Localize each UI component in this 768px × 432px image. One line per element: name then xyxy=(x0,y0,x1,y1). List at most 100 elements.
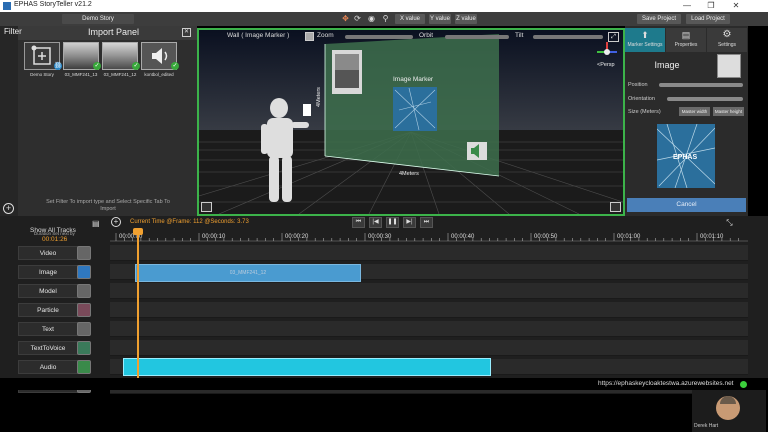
track-lane[interactable] xyxy=(110,245,748,261)
tab-settings[interactable]: ⚙ Settings xyxy=(707,28,747,52)
maximize-button[interactable]: ❐ xyxy=(700,0,722,12)
track-type-icon[interactable] xyxy=(77,265,91,279)
zoom-slider[interactable] xyxy=(345,35,413,39)
time-ruler[interactable]: 00:00:00 00:00:10 00:00:20 00:00:30 00:00:40… xyxy=(110,232,748,242)
asset-item[interactable]: ✓ 03_MMF241_13 xyxy=(63,42,101,86)
track-label[interactable]: Image xyxy=(18,265,78,279)
tilt-label: Tilt xyxy=(515,32,524,39)
track-type-icon[interactable] xyxy=(77,322,91,336)
participant-name: Derek Hart xyxy=(694,423,719,429)
app-window: EPHAS StoryTeller v21.2 — ❐ ✕ Demo Story… xyxy=(0,0,768,432)
panel-toggle-right-icon[interactable] xyxy=(610,202,621,212)
track-type-icon[interactable] xyxy=(77,284,91,298)
scene-viewport[interactable]: Wall ( Image Marker ) Zoom Orbit Tilt Im… xyxy=(197,28,625,216)
orbit-label: Orbit xyxy=(419,32,434,39)
persp-label: <Persp xyxy=(597,62,615,68)
panel-toggle-icon[interactable] xyxy=(201,202,212,212)
track-label[interactable]: TextToVoice xyxy=(18,341,78,355)
position-slider[interactable] xyxy=(659,83,743,87)
y-value-field[interactable]: Y value xyxy=(429,14,451,24)
tab-label: Marker Settings xyxy=(627,42,663,48)
fullscreen-icon[interactable]: ⤢ xyxy=(608,32,619,42)
story-name[interactable]: Demo Story xyxy=(62,14,134,24)
track-lane[interactable] xyxy=(110,283,748,299)
ruler-tick-label: 00:00:40 xyxy=(451,234,475,240)
asset-label: Demo Story xyxy=(30,72,54,77)
import-panel-title: Import Panel xyxy=(88,27,140,37)
tab-properties[interactable]: ▤ Properties xyxy=(666,28,706,52)
rotate-tool-icon[interactable]: ⟳ xyxy=(353,14,362,23)
track-label[interactable]: Particle xyxy=(18,303,78,317)
collapse-icon[interactable]: ✕ xyxy=(182,28,191,37)
asset-label: 03_MMF241_12 xyxy=(103,72,137,77)
left-strip: + xyxy=(0,26,18,216)
check-icon: ✓ xyxy=(93,62,101,70)
load-project-button[interactable]: Load Project xyxy=(686,14,730,24)
master-height-button[interactable]: Master height xyxy=(713,107,744,116)
track-lane[interactable] xyxy=(110,340,748,356)
fast-forward-icon[interactable]: ⏭ xyxy=(420,217,433,228)
import-panel-header: Filter Import Panel ✕ xyxy=(4,26,197,40)
image-toggle-icon[interactable] xyxy=(305,32,314,41)
ruler-tick-label: 00:01:10 xyxy=(700,234,724,240)
list-icon: ▤ xyxy=(92,219,100,228)
add-track-icon[interactable]: + xyxy=(111,217,121,227)
tilt-slider[interactable] xyxy=(533,35,603,39)
asset-item[interactable]: ⛓ Demo Story xyxy=(24,42,62,86)
asset-item[interactable]: ✓ 03_MMF241_12 xyxy=(102,42,140,86)
track-label[interactable]: Video xyxy=(18,246,78,260)
image-preview-small xyxy=(717,54,741,78)
panel-title: Image xyxy=(654,60,680,70)
cancel-button[interactable]: Cancel xyxy=(627,198,746,212)
track-lane[interactable] xyxy=(110,302,748,318)
current-time-label: Current Time @Frame: 112 @Seconds: 3.73 xyxy=(130,219,249,225)
track-lane[interactable] xyxy=(110,321,748,337)
image-clip[interactable]: 03_MMF241_12 xyxy=(135,264,361,282)
scale-tool-icon[interactable]: ◉ xyxy=(367,14,376,23)
pause-icon[interactable]: ❚❚ xyxy=(386,217,399,228)
track-type-icon[interactable] xyxy=(77,246,91,260)
track-type-icon[interactable] xyxy=(77,360,91,374)
timeline-collapse-icon[interactable]: ⤡ xyxy=(724,218,735,228)
master-width-button[interactable]: Master width xyxy=(679,107,710,116)
server-url[interactable]: https://ephaskeycloaktestwa.azurewebsite… xyxy=(598,380,734,387)
marker-tab-icon: ⬆ xyxy=(641,30,649,40)
save-project-button[interactable]: Save Project xyxy=(637,14,681,24)
close-button[interactable]: ✕ xyxy=(725,0,747,12)
add-icon[interactable]: + xyxy=(3,203,14,214)
filter-label[interactable]: Filter xyxy=(4,27,22,36)
link-icon: ⛓ xyxy=(54,62,62,70)
position-label: Position xyxy=(628,82,648,88)
x-value-field[interactable]: X value xyxy=(395,14,425,24)
view-controls-bar: Wall ( Image Marker ) Zoom Orbit Tilt xyxy=(223,32,603,42)
minimize-button[interactable]: — xyxy=(676,0,698,12)
asset-label: kontbol_edited xyxy=(144,72,174,77)
playhead-handle[interactable] xyxy=(133,228,143,235)
import-hint: Set Filter To import type and Select Spe… xyxy=(46,199,170,212)
play-icon[interactable]: ▶| xyxy=(403,217,416,228)
orbit-slider[interactable] xyxy=(445,35,509,39)
track-type-icon[interactable] xyxy=(77,303,91,317)
show-all-tracks[interactable]: Show All Tracks ▤ xyxy=(30,219,102,234)
zoom-label: Zoom xyxy=(317,32,334,39)
properties-panel: ⬆ Marker Settings ▤ Properties ⚙ Setting… xyxy=(625,26,748,216)
track-type-icon[interactable] xyxy=(77,341,91,355)
preview-label: EPHAS xyxy=(673,154,698,161)
track-label[interactable]: Model xyxy=(18,284,78,298)
rewind-icon[interactable]: ⏮ xyxy=(352,217,365,228)
asset-item[interactable]: ✓ kontbol_edited xyxy=(141,42,179,86)
step-back-icon[interactable]: |◀ xyxy=(369,217,382,228)
audio-clip[interactable] xyxy=(123,358,491,376)
playback-controls: ⏮ |◀ ❚❚ ▶| ⏭ xyxy=(352,217,436,229)
title-bar: EPHAS StoryTeller v21.2 — ❐ ✕ xyxy=(0,0,768,12)
track-label[interactable]: Text xyxy=(18,322,78,336)
orientation-slider[interactable] xyxy=(667,97,743,101)
track-label[interactable]: Audio xyxy=(18,360,78,374)
tab-marker-settings[interactable]: ⬆ Marker Settings xyxy=(625,28,665,52)
status-dot xyxy=(740,381,747,388)
size-label: Size (Meters) xyxy=(628,109,661,115)
move-tool-icon[interactable]: ✥ xyxy=(341,14,350,23)
z-value-field[interactable]: Z value xyxy=(455,14,477,24)
link-tool-icon[interactable]: ⚲ xyxy=(381,14,390,23)
playhead[interactable] xyxy=(137,229,139,386)
